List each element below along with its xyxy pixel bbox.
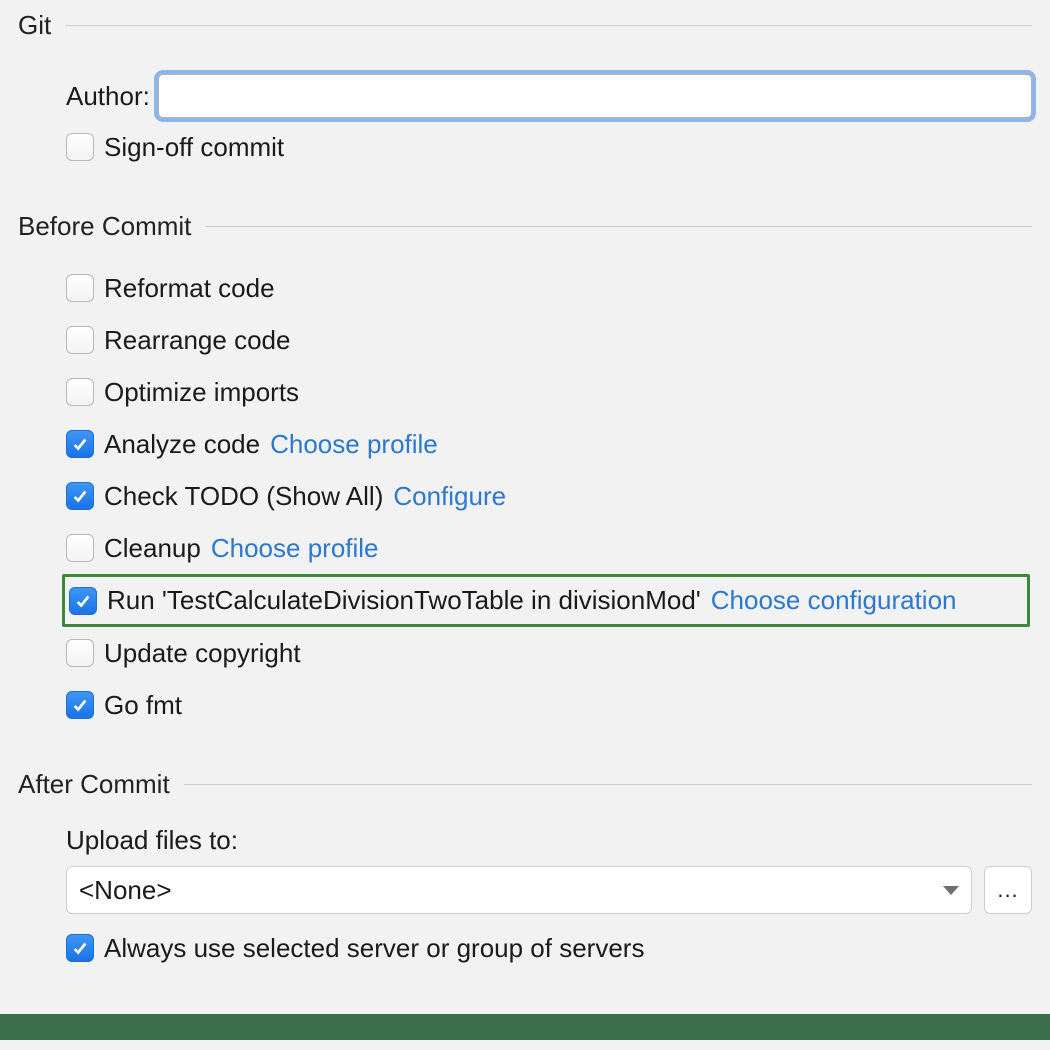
gofmt-label: Go fmt (104, 690, 182, 721)
divider (65, 25, 1032, 26)
cleanup-checkbox[interactable] (66, 534, 94, 562)
section-header-git: Git (18, 10, 1032, 41)
cleanup-label: Cleanup (104, 533, 201, 564)
always-checkbox[interactable] (66, 934, 94, 962)
upload-select-value: <None> (79, 875, 172, 906)
analyze-label: Analyze code (104, 429, 260, 460)
section-header-before: Before Commit (18, 211, 1032, 242)
copyright-row[interactable]: Update copyright (66, 627, 1032, 679)
sign-off-row[interactable]: Sign-off commit (66, 121, 1032, 173)
chevron-down-icon (943, 886, 959, 895)
optimize-row[interactable]: Optimize imports (66, 366, 1032, 418)
sign-off-label: Sign-off commit (104, 132, 284, 163)
always-label: Always use selected server or group of s… (104, 933, 644, 964)
rearrange-row[interactable]: Rearrange code (66, 314, 1032, 366)
always-row[interactable]: Always use selected server or group of s… (66, 922, 1032, 974)
cleanup-link[interactable]: Choose profile (211, 533, 379, 564)
optimize-label: Optimize imports (104, 377, 299, 408)
reformat-checkbox[interactable] (66, 274, 94, 302)
todo-row[interactable]: Check TODO (Show All) Configure (66, 470, 1032, 522)
copyright-checkbox[interactable] (66, 639, 94, 667)
rearrange-checkbox[interactable] (66, 326, 94, 354)
upload-label: Upload files to: (66, 825, 238, 856)
section-header-after: After Commit (18, 769, 1032, 800)
author-input[interactable] (158, 74, 1032, 118)
analyze-row[interactable]: Analyze code Choose profile (66, 418, 1032, 470)
run-label: Run 'TestCalculateDivisionTwoTable in di… (107, 585, 701, 616)
author-label: Author: (66, 81, 150, 112)
todo-checkbox[interactable] (66, 482, 94, 510)
analyze-link[interactable]: Choose profile (270, 429, 438, 460)
rearrange-label: Rearrange code (104, 325, 290, 356)
bottom-bar (0, 1014, 1050, 1040)
copyright-label: Update copyright (104, 638, 301, 669)
run-row[interactable]: Run 'TestCalculateDivisionTwoTable in di… (69, 583, 1019, 618)
gofmt-checkbox[interactable] (66, 691, 94, 719)
divider (184, 784, 1032, 785)
section-title-after: After Commit (18, 769, 170, 800)
run-checkbox[interactable] (69, 587, 97, 615)
author-row: Author: (66, 71, 1032, 121)
section-title-before: Before Commit (18, 211, 191, 242)
browse-label: ... (997, 877, 1018, 903)
todo-link[interactable]: Configure (393, 481, 506, 512)
browse-button[interactable]: ... (984, 866, 1032, 914)
divider (205, 226, 1032, 227)
run-link[interactable]: Choose configuration (711, 585, 957, 616)
sign-off-checkbox[interactable] (66, 133, 94, 161)
run-highlight-box: Run 'TestCalculateDivisionTwoTable in di… (62, 574, 1030, 627)
todo-label: Check TODO (Show All) (104, 481, 383, 512)
reformat-label: Reformat code (104, 273, 275, 304)
cleanup-row[interactable]: Cleanup Choose profile (66, 522, 1032, 574)
reformat-row[interactable]: Reformat code (66, 262, 1032, 314)
upload-select[interactable]: <None> (66, 866, 972, 914)
optimize-checkbox[interactable] (66, 378, 94, 406)
analyze-checkbox[interactable] (66, 430, 94, 458)
section-title-git: Git (18, 10, 51, 41)
gofmt-row[interactable]: Go fmt (66, 679, 1032, 731)
